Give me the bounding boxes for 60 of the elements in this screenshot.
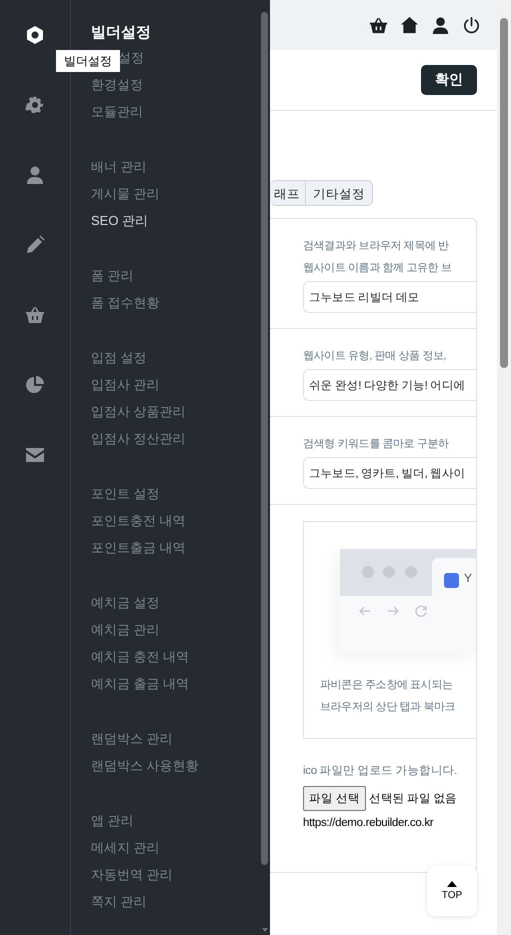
help-text: 파비콘은 주소창에 표시되는 [320, 678, 453, 693]
file-status: 선택된 파일 없음 [369, 792, 457, 806]
menu-item[interactable]: 랜덤박스 관리 [91, 725, 173, 752]
text-field[interactable]: 그누보드, 영카트, 빌더, 웹사이 [303, 457, 476, 489]
pencil-icon[interactable] [25, 235, 45, 255]
tab[interactable]: 기타설정 [306, 180, 373, 206]
menu-item[interactable]: 포인트충전 내역 [91, 507, 186, 534]
back-arrow-icon [358, 604, 372, 618]
forward-arrow-icon [386, 604, 400, 618]
pie-chart-icon[interactable] [25, 375, 45, 395]
menu-item[interactable]: SEO 관리 [91, 207, 148, 234]
menu-item[interactable]: 포인트 설정 [91, 480, 160, 507]
menu-item[interactable]: 예치금 관리 [91, 616, 160, 643]
menu-item[interactable]: 폼 접수현황 [91, 289, 160, 316]
settings-icon[interactable] [25, 95, 45, 115]
menu-item[interactable]: 예치금 설정 [91, 589, 160, 616]
reload-icon [414, 604, 428, 618]
power-icon[interactable] [462, 16, 481, 34]
home-icon[interactable] [400, 16, 419, 34]
menu-item[interactable]: 쪽지 관리 [91, 888, 147, 915]
menu-item[interactable]: 입점사 관리 [91, 371, 160, 398]
menu-item[interactable]: 예치금 충전 내역 [91, 643, 190, 670]
choose-file-button[interactable]: 파일 선택 [303, 786, 366, 811]
menu-title: 빌더설정 [91, 23, 151, 43]
text-field[interactable]: 그누보드 리빌더 데모 [303, 281, 476, 313]
help-text: 웹사이트 이름과 함께 고유한 브 [303, 261, 452, 276]
menu-item[interactable]: 모듈관리 [91, 98, 143, 125]
menu-item[interactable]: 메세지 관리 [91, 834, 160, 861]
text-field[interactable]: 쉬운 완성! 다양한 기능! 어디에 [303, 369, 476, 401]
favicon-icon [444, 573, 459, 588]
menu-item[interactable]: 예치금 출금 내역 [91, 670, 190, 697]
tooltip: 빌더설정 [56, 50, 120, 72]
hint-text: ico 파일만 업로드 가능합니다. [303, 764, 458, 779]
menu-item[interactable]: 자동번역 관리 [91, 861, 173, 888]
menu-item[interactable]: 환경설정 [91, 71, 143, 98]
confirm-button[interactable]: 확인 [421, 65, 477, 95]
basket-icon[interactable] [369, 16, 388, 34]
back-to-top-button[interactable]: TOP [427, 866, 477, 916]
tab[interactable]: 래프 [270, 180, 306, 206]
menu-item[interactable]: 앱 관리 [91, 807, 134, 834]
url-text: https://demo.rebuilder.co.kr [303, 816, 434, 831]
hexagon-icon[interactable] [25, 25, 45, 45]
help-text: 브라우저의 상단 탭과 북마크 [320, 700, 456, 715]
help-text: 웹사이트 유형, 판매 상품 정보, [303, 349, 446, 364]
menu-item[interactable]: 포인트출금 내역 [91, 534, 186, 561]
menu-item[interactable]: 배너 관리 [91, 153, 147, 180]
help-text: 검색결과와 브라우저 제목에 반 [303, 239, 449, 254]
menu-item[interactable]: 설정 [118, 44, 144, 71]
tab-title: Y [464, 571, 472, 585]
help-text: 검색형 키워드를 콤마로 구분하 [303, 437, 449, 452]
mail-icon[interactable] [25, 445, 45, 465]
scrollbar-thumb[interactable] [261, 12, 268, 865]
menu-item[interactable]: 폼 관리 [91, 262, 134, 289]
menu-item[interactable]: 게시물 관리 [91, 180, 160, 207]
menu-item[interactable]: 랜덤박스 사용현황 [91, 752, 199, 779]
menu-item[interactable]: 입점 설정 [91, 344, 147, 371]
user-icon[interactable] [431, 16, 450, 34]
scrollbar-thumb[interactable] [500, 18, 508, 368]
menu-item[interactable]: 입점사 상품관리 [91, 398, 186, 425]
menu-item[interactable]: 입점사 정산관리 [91, 425, 186, 452]
